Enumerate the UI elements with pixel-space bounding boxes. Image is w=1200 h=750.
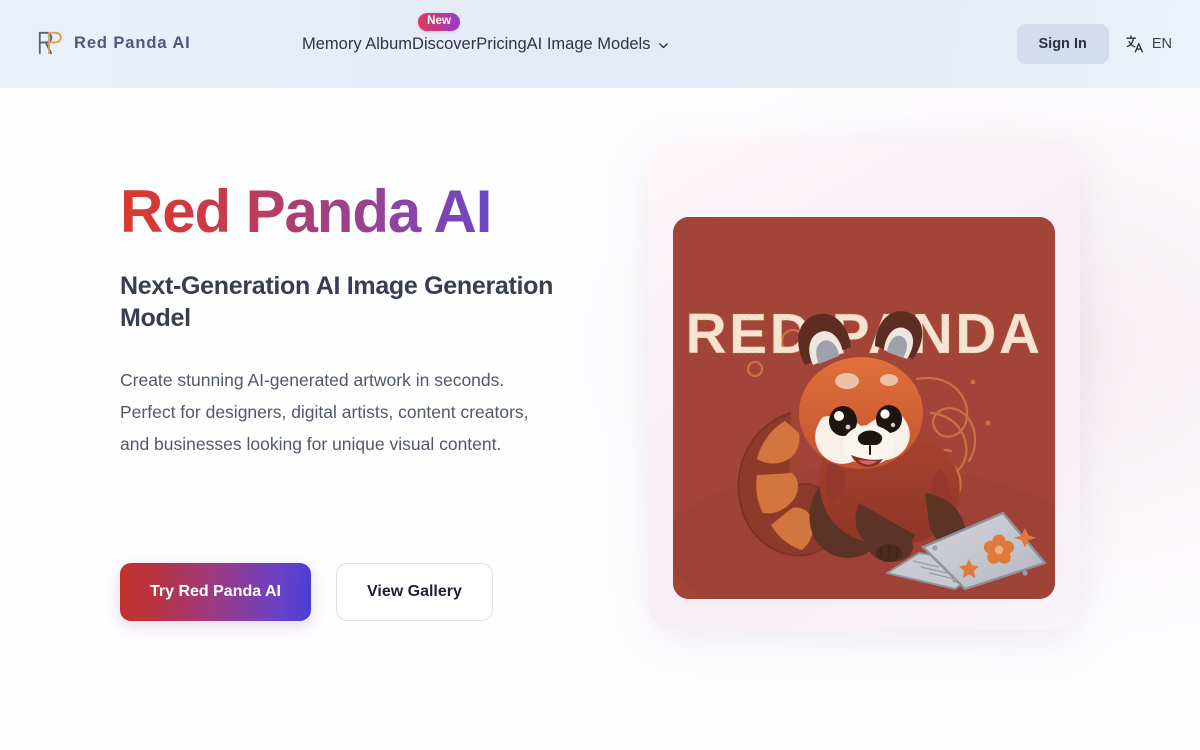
hero-description: Create stunning AI-generated artwork in … [120, 369, 529, 455]
view-gallery-button[interactable]: View Gallery [336, 563, 493, 621]
site-header: Red Panda AI Memory Album New Discover P… [0, 0, 1200, 88]
header-actions: Sign In EN [1016, 0, 1172, 88]
nav-item-pricing[interactable]: Pricing [476, 35, 526, 54]
svg-text:RED PANDA: RED PANDA [685, 302, 1042, 366]
nav-label-ai-image-models: AI Image Models [526, 34, 651, 53]
nav-label-discover: Discover [412, 34, 477, 53]
sign-in-button[interactable]: Sign In [1016, 24, 1109, 64]
hero-subtitle: Next-Generation AI Image Generation Mode… [120, 271, 554, 332]
new-badge: New [418, 12, 461, 31]
try-red-panda-ai-button[interactable]: Try Red Panda AI [120, 563, 311, 621]
hero-text-block: Red Panda AI Next-Generation AI Image Ge… [120, 180, 590, 621]
red-panda-illustration: RED PANDA AI RED PANDA AI [673, 217, 1055, 599]
logo-text: Red Panda AI [74, 33, 191, 52]
landing-page: Red Panda AI Memory Album New Discover P… [0, 0, 1200, 750]
chevron-down-icon [657, 37, 670, 52]
hero-image-card[interactable]: RED PANDA AI RED PANDA AI [648, 140, 1080, 630]
language-switcher[interactable]: EN [1125, 34, 1172, 54]
nav-label-pricing: Pricing [476, 34, 527, 53]
translate-icon [1125, 34, 1145, 54]
logo[interactable]: Red Panda AI [36, 30, 191, 56]
nav-item-discover[interactable]: Discover [412, 35, 476, 54]
nav-item-memory-album[interactable]: Memory Album New [302, 12, 461, 54]
cta-row: Try Red Panda AI View Gallery [120, 563, 493, 621]
nav-item-ai-image-models[interactable]: AI Image Models [527, 35, 671, 54]
page-title: Red Panda AI [120, 180, 590, 244]
rp-monogram-icon [36, 30, 64, 56]
main-nav: Memory Album New Discover Pricing AI Ima… [302, 0, 670, 88]
nav-label-memory-album: Memory Album [302, 34, 413, 53]
language-label: EN [1151, 36, 1172, 52]
